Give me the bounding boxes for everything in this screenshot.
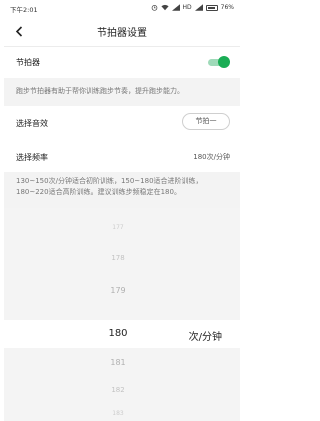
metronome-toggle[interactable] [208, 56, 230, 68]
metronome-row: 节拍器 [4, 48, 240, 76]
wifi-icon [160, 4, 169, 11]
sound-label: 选择音效 [16, 119, 48, 128]
battery-percent: 76% [220, 4, 234, 11]
signal-icon [171, 4, 180, 11]
battery-icon [205, 4, 218, 11]
picker-option[interactable]: 179 [4, 286, 236, 295]
page-title: 节拍器设置 [97, 28, 147, 39]
picker-option[interactable]: 183 [4, 410, 236, 417]
frequency-value: 180次/分钟 [193, 153, 230, 161]
nav-bar: 节拍器设置 [4, 16, 240, 47]
settings-screen: 下午2:01 HD 76% 节拍器设置 节拍器 跑步节拍器有助于帮你训练跑步节奏… [4, 0, 240, 421]
picker-unit: 次/分钟 [188, 332, 222, 343]
status-bar: 下午2:01 HD 76% [4, 0, 240, 16]
sound-select-button[interactable]: 节拍一 [182, 113, 230, 130]
frequency-picker[interactable]: 177 178 179 180 次/分钟 181 182 183 [4, 208, 240, 421]
toggle-knob [218, 56, 230, 68]
picker-option[interactable]: 182 [4, 386, 236, 394]
status-icons: HD 76% [151, 4, 234, 11]
metronome-label: 节拍器 [16, 58, 40, 67]
frequency-row[interactable]: 选择频率 180次/分钟 [4, 142, 240, 170]
network-type: HD [182, 4, 192, 11]
picker-option[interactable]: 177 [4, 224, 236, 231]
picker-option[interactable]: 178 [4, 254, 236, 262]
sound-row[interactable]: 选择音效 节拍一 [4, 108, 240, 138]
status-time: 下午2:01 [10, 6, 38, 14]
frequency-description: 130~150次/分钟适合初阶训练，150~180适合进阶训练，180~220适… [4, 172, 240, 208]
signal-icon-2 [194, 4, 203, 11]
alarm-icon [151, 5, 157, 11]
picker-option[interactable]: 181 [4, 358, 236, 367]
metronome-description: 跑步节拍器有助于帮你训练跑步节奏，提升跑步能力。 [4, 78, 240, 106]
frequency-label: 选择频率 [16, 153, 48, 162]
